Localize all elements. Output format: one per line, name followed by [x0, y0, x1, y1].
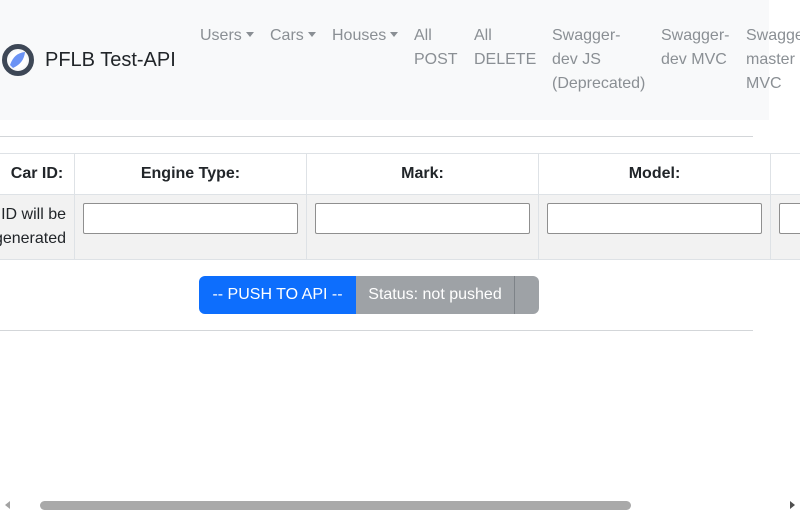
nav-houses-label: Houses	[332, 27, 387, 44]
table-cell-mark	[307, 195, 539, 259]
mark-input[interactable]	[315, 203, 530, 234]
scrollbar-thumb[interactable]	[40, 501, 631, 510]
nav-line: All	[474, 27, 492, 44]
car-id-note-line: ID will be	[1, 206, 66, 223]
table-header-cell: Mark:	[307, 154, 539, 194]
nav-line: dev JS	[552, 51, 601, 68]
table-header-cell: Engine Type:	[75, 154, 307, 194]
nav-line: Swagge	[746, 27, 800, 44]
scroll-left-arrow-icon[interactable]	[5, 501, 10, 509]
nav-line: Swagger-	[661, 27, 730, 44]
divider-bottom	[0, 330, 753, 331]
car-id-note: ID will be generated	[0, 203, 66, 251]
nav-swagger-master-mvc-link[interactable]: Swagge master MVC	[746, 24, 800, 96]
header-model: Model:	[628, 165, 681, 182]
table-cell-model	[539, 195, 771, 259]
nav-line: master	[746, 51, 795, 68]
table-header-row: Car ID: Engine Type: Mark: Model:	[0, 153, 800, 195]
horizontal-scrollbar[interactable]	[0, 498, 800, 513]
header-mark: Mark:	[401, 165, 444, 182]
table-cell-engine-type	[75, 195, 307, 259]
model-input[interactable]	[547, 203, 762, 234]
pflb-logo-icon	[2, 44, 34, 76]
nav-users-label: Users	[200, 27, 242, 44]
nav-all-post-link[interactable]: All POST	[414, 24, 458, 72]
nav-line: POST	[414, 51, 458, 68]
next-column-input[interactable]	[779, 203, 800, 234]
scroll-right-arrow-icon[interactable]	[790, 501, 795, 509]
nav-cars-dropdown[interactable]: Cars	[270, 24, 316, 48]
table-row: ID will be generated	[0, 195, 800, 260]
car-form-table: Car ID: Engine Type: Mark: Model: ID wil…	[0, 153, 800, 260]
table-header-cell: Model:	[539, 154, 771, 194]
header-engine-type: Engine Type:	[140, 165, 241, 182]
push-to-api-button[interactable]: -- PUSH TO API --	[199, 276, 356, 314]
page: PFLB Test-API Users Cars Houses All POST…	[0, 0, 800, 513]
table-header-cell: Car ID:	[0, 154, 75, 194]
nav-swagger-dev-mvc-link[interactable]: Swagger- dev MVC	[661, 24, 729, 72]
nav-swagger-dev-js-link[interactable]: Swagger- dev JS (Deprecated)	[552, 24, 645, 96]
chevron-down-icon	[307, 32, 316, 37]
push-button-group: -- PUSH TO API -- Status: not pushed	[199, 276, 539, 314]
nav-line: MVC	[746, 75, 782, 92]
chevron-down-icon	[245, 32, 254, 37]
nav-line: dev MVC	[661, 51, 727, 68]
nav-houses-dropdown[interactable]: Houses	[332, 24, 399, 48]
table-header-cell	[771, 154, 800, 194]
header-car-id: Car ID:	[10, 165, 64, 182]
header-next-column	[771, 154, 800, 194]
car-id-note-line: generated	[0, 230, 66, 247]
navbar: PFLB Test-API Users Cars Houses All POST…	[0, 0, 800, 120]
nav-line: All	[414, 27, 432, 44]
nav-cars-label: Cars	[270, 27, 304, 44]
brand-name: PFLB Test-API	[45, 48, 176, 71]
nav-users-dropdown[interactable]: Users	[200, 24, 254, 48]
chevron-down-icon	[390, 32, 399, 37]
engine-type-input[interactable]	[83, 203, 298, 234]
nav-line: DELETE	[474, 51, 537, 68]
table-cell-car-id: ID will be generated	[0, 195, 75, 259]
table-cell-next	[771, 195, 800, 259]
divider-top	[0, 136, 753, 137]
nav-all-delete-link[interactable]: All DELETE	[474, 24, 536, 72]
nav-line: Swagger-	[552, 27, 621, 44]
status-badge: Status: not pushed	[356, 276, 514, 314]
navbar-brand[interactable]: PFLB Test-API	[0, 42, 176, 78]
nav-line: (Deprecated)	[552, 75, 646, 92]
status-extra-button[interactable]	[514, 276, 539, 314]
